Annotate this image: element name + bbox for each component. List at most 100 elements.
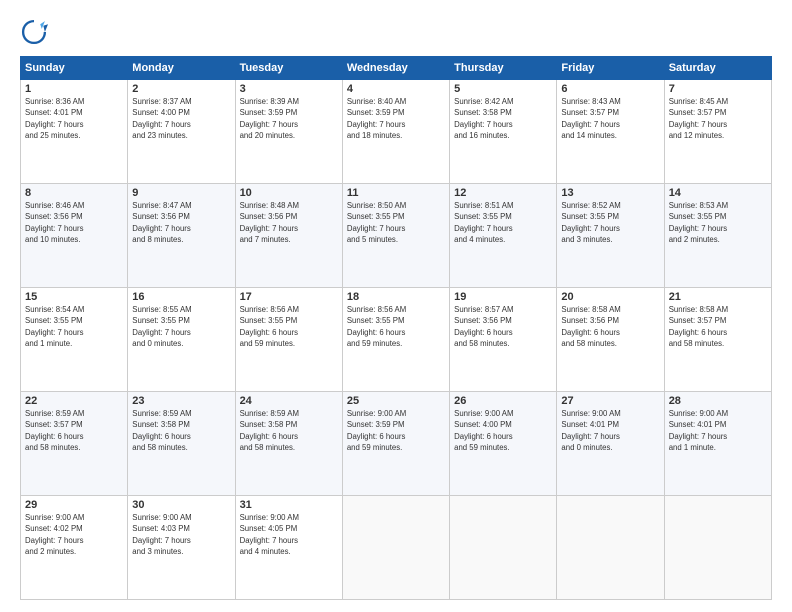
day-cell: 18Sunrise: 8:56 AM Sunset: 3:55 PM Dayli… [342,288,449,392]
week-row-4: 22Sunrise: 8:59 AM Sunset: 3:57 PM Dayli… [21,392,772,496]
col-header-monday: Monday [128,57,235,80]
day-cell: 30Sunrise: 9:00 AM Sunset: 4:03 PM Dayli… [128,496,235,600]
day-number: 12 [454,187,552,199]
day-cell: 9Sunrise: 8:47 AM Sunset: 3:56 PM Daylig… [128,184,235,288]
day-cell: 17Sunrise: 8:56 AM Sunset: 3:55 PM Dayli… [235,288,342,392]
day-cell: 21Sunrise: 8:58 AM Sunset: 3:57 PM Dayli… [664,288,771,392]
day-info: Sunrise: 8:58 AM Sunset: 3:57 PM Dayligh… [669,304,767,349]
day-number: 28 [669,395,767,407]
week-row-1: 1Sunrise: 8:36 AM Sunset: 4:01 PM Daylig… [21,80,772,184]
day-info: Sunrise: 8:52 AM Sunset: 3:55 PM Dayligh… [561,200,659,245]
week-row-2: 8Sunrise: 8:46 AM Sunset: 3:56 PM Daylig… [21,184,772,288]
day-cell: 25Sunrise: 9:00 AM Sunset: 3:59 PM Dayli… [342,392,449,496]
day-number: 9 [132,187,230,199]
day-info: Sunrise: 9:00 AM Sunset: 4:01 PM Dayligh… [669,408,767,453]
day-cell [557,496,664,600]
day-cell [342,496,449,600]
day-info: Sunrise: 8:47 AM Sunset: 3:56 PM Dayligh… [132,200,230,245]
day-cell: 19Sunrise: 8:57 AM Sunset: 3:56 PM Dayli… [450,288,557,392]
day-cell: 1Sunrise: 8:36 AM Sunset: 4:01 PM Daylig… [21,80,128,184]
day-info: Sunrise: 8:56 AM Sunset: 3:55 PM Dayligh… [347,304,445,349]
header-row: SundayMondayTuesdayWednesdayThursdayFrid… [21,57,772,80]
day-cell: 27Sunrise: 9:00 AM Sunset: 4:01 PM Dayli… [557,392,664,496]
day-cell: 22Sunrise: 8:59 AM Sunset: 3:57 PM Dayli… [21,392,128,496]
day-number: 13 [561,187,659,199]
day-cell: 20Sunrise: 8:58 AM Sunset: 3:56 PM Dayli… [557,288,664,392]
day-number: 2 [132,83,230,95]
col-header-sunday: Sunday [21,57,128,80]
day-info: Sunrise: 9:00 AM Sunset: 4:05 PM Dayligh… [240,512,338,557]
day-cell: 14Sunrise: 8:53 AM Sunset: 3:55 PM Dayli… [664,184,771,288]
day-info: Sunrise: 8:39 AM Sunset: 3:59 PM Dayligh… [240,96,338,141]
day-number: 30 [132,499,230,511]
day-cell: 7Sunrise: 8:45 AM Sunset: 3:57 PM Daylig… [664,80,771,184]
page: SundayMondayTuesdayWednesdayThursdayFrid… [0,0,792,612]
day-number: 22 [25,395,123,407]
day-number: 1 [25,83,123,95]
day-cell: 3Sunrise: 8:39 AM Sunset: 3:59 PM Daylig… [235,80,342,184]
day-cell: 31Sunrise: 9:00 AM Sunset: 4:05 PM Dayli… [235,496,342,600]
day-info: Sunrise: 8:45 AM Sunset: 3:57 PM Dayligh… [669,96,767,141]
day-cell: 24Sunrise: 8:59 AM Sunset: 3:58 PM Dayli… [235,392,342,496]
day-number: 25 [347,395,445,407]
day-number: 7 [669,83,767,95]
logo [20,18,52,46]
col-header-saturday: Saturday [664,57,771,80]
day-info: Sunrise: 9:00 AM Sunset: 4:02 PM Dayligh… [25,512,123,557]
col-header-wednesday: Wednesday [342,57,449,80]
day-number: 20 [561,291,659,303]
day-info: Sunrise: 8:36 AM Sunset: 4:01 PM Dayligh… [25,96,123,141]
day-info: Sunrise: 8:43 AM Sunset: 3:57 PM Dayligh… [561,96,659,141]
day-info: Sunrise: 9:00 AM Sunset: 4:00 PM Dayligh… [454,408,552,453]
day-cell: 23Sunrise: 8:59 AM Sunset: 3:58 PM Dayli… [128,392,235,496]
day-number: 11 [347,187,445,199]
day-info: Sunrise: 8:50 AM Sunset: 3:55 PM Dayligh… [347,200,445,245]
day-cell: 13Sunrise: 8:52 AM Sunset: 3:55 PM Dayli… [557,184,664,288]
day-cell [664,496,771,600]
day-info: Sunrise: 8:58 AM Sunset: 3:56 PM Dayligh… [561,304,659,349]
day-cell [450,496,557,600]
logo-icon [20,18,48,46]
day-number: 29 [25,499,123,511]
day-cell: 26Sunrise: 9:00 AM Sunset: 4:00 PM Dayli… [450,392,557,496]
day-number: 16 [132,291,230,303]
day-info: Sunrise: 8:59 AM Sunset: 3:58 PM Dayligh… [132,408,230,453]
day-info: Sunrise: 9:00 AM Sunset: 4:03 PM Dayligh… [132,512,230,557]
day-info: Sunrise: 8:53 AM Sunset: 3:55 PM Dayligh… [669,200,767,245]
day-cell: 6Sunrise: 8:43 AM Sunset: 3:57 PM Daylig… [557,80,664,184]
day-info: Sunrise: 8:55 AM Sunset: 3:55 PM Dayligh… [132,304,230,349]
day-cell: 28Sunrise: 9:00 AM Sunset: 4:01 PM Dayli… [664,392,771,496]
day-cell: 11Sunrise: 8:50 AM Sunset: 3:55 PM Dayli… [342,184,449,288]
col-header-thursday: Thursday [450,57,557,80]
header [20,18,772,46]
day-number: 18 [347,291,445,303]
day-info: Sunrise: 8:40 AM Sunset: 3:59 PM Dayligh… [347,96,445,141]
day-cell: 5Sunrise: 8:42 AM Sunset: 3:58 PM Daylig… [450,80,557,184]
day-number: 8 [25,187,123,199]
day-info: Sunrise: 8:51 AM Sunset: 3:55 PM Dayligh… [454,200,552,245]
col-header-tuesday: Tuesday [235,57,342,80]
day-cell: 12Sunrise: 8:51 AM Sunset: 3:55 PM Dayli… [450,184,557,288]
day-number: 26 [454,395,552,407]
day-info: Sunrise: 8:46 AM Sunset: 3:56 PM Dayligh… [25,200,123,245]
day-number: 17 [240,291,338,303]
day-info: Sunrise: 8:57 AM Sunset: 3:56 PM Dayligh… [454,304,552,349]
day-number: 3 [240,83,338,95]
week-row-3: 15Sunrise: 8:54 AM Sunset: 3:55 PM Dayli… [21,288,772,392]
day-number: 31 [240,499,338,511]
day-number: 10 [240,187,338,199]
day-info: Sunrise: 9:00 AM Sunset: 4:01 PM Dayligh… [561,408,659,453]
day-cell: 10Sunrise: 8:48 AM Sunset: 3:56 PM Dayli… [235,184,342,288]
day-info: Sunrise: 8:48 AM Sunset: 3:56 PM Dayligh… [240,200,338,245]
day-number: 21 [669,291,767,303]
day-number: 15 [25,291,123,303]
day-info: Sunrise: 8:37 AM Sunset: 4:00 PM Dayligh… [132,96,230,141]
calendar: SundayMondayTuesdayWednesdayThursdayFrid… [20,56,772,600]
day-number: 4 [347,83,445,95]
day-info: Sunrise: 8:42 AM Sunset: 3:58 PM Dayligh… [454,96,552,141]
day-info: Sunrise: 8:56 AM Sunset: 3:55 PM Dayligh… [240,304,338,349]
day-cell: 8Sunrise: 8:46 AM Sunset: 3:56 PM Daylig… [21,184,128,288]
day-info: Sunrise: 9:00 AM Sunset: 3:59 PM Dayligh… [347,408,445,453]
day-info: Sunrise: 8:59 AM Sunset: 3:57 PM Dayligh… [25,408,123,453]
day-cell: 4Sunrise: 8:40 AM Sunset: 3:59 PM Daylig… [342,80,449,184]
